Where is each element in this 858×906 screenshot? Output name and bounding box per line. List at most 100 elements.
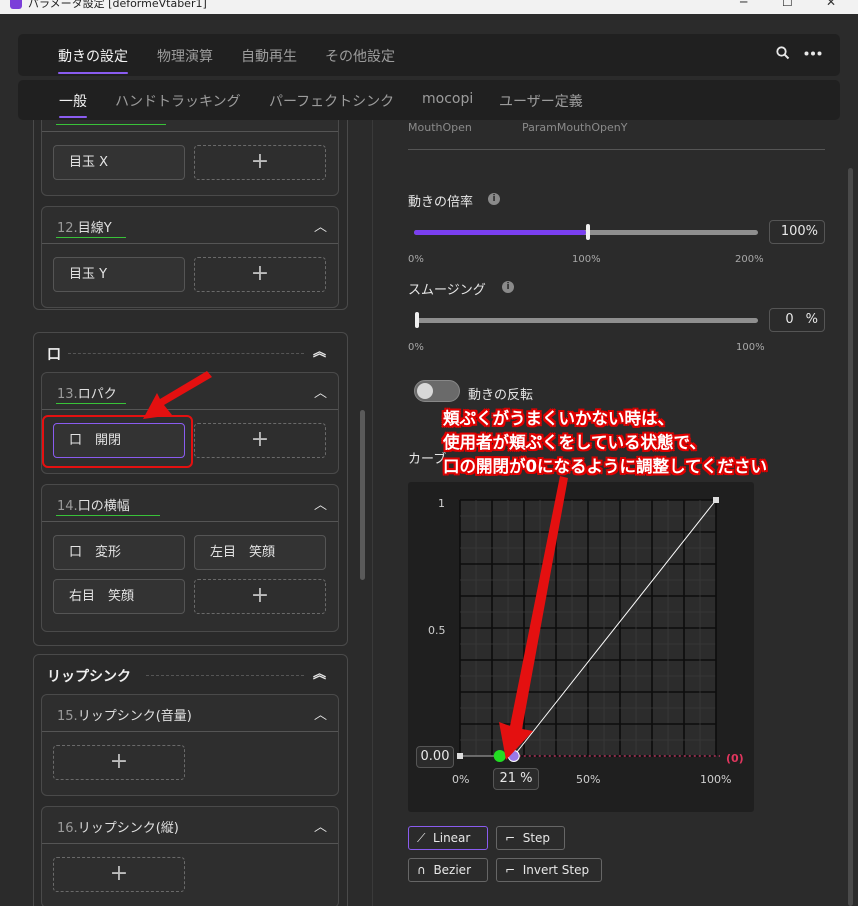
main-tab-bar: 動きの設定 物理演算 自動再生 その他設定 <box>18 34 840 76</box>
param-button-mouth-form[interactable]: 口 変形 <box>53 535 185 570</box>
smoothing-value-field[interactable]: 0% <box>769 308 825 332</box>
tick-label: 100% <box>736 342 765 353</box>
mode-step-button[interactable]: ⌐ Step <box>496 826 565 850</box>
item-number: 16. <box>57 821 78 836</box>
invert-toggle[interactable] <box>414 380 460 402</box>
add-param-button[interactable]: + <box>194 145 326 180</box>
divider <box>408 149 825 150</box>
multiplier-slider-fill <box>414 230 586 235</box>
item-name: リップシンク(縦) <box>77 821 179 836</box>
tab-perfect-sync[interactable]: パーフェクトシンク <box>269 91 394 111</box>
tab-physics[interactable]: 物理演算 <box>157 46 213 66</box>
item-underline <box>56 403 126 404</box>
item-card-12: 12.目線Y ︿ 目玉 Y + <box>41 206 339 308</box>
add-param-button[interactable]: + <box>194 579 326 614</box>
mode-linear-button[interactable]: ⟋ Linear <box>408 826 488 850</box>
divider <box>42 131 338 132</box>
item-title-16[interactable]: 16.リップシンク(縦) <box>57 817 179 836</box>
step-icon: ⌐ <box>505 831 516 845</box>
tab-general[interactable]: 一般 <box>59 91 87 111</box>
param-button-eye-x[interactable]: 目玉 X <box>53 145 185 180</box>
add-param-button[interactable]: + <box>194 423 326 458</box>
multiplier-value-field[interactable]: 100% <box>769 220 825 244</box>
double-chevron-up-icon[interactable]: ︽ <box>313 663 326 682</box>
item-title-14[interactable]: 14.口の横幅 <box>57 495 130 514</box>
minimize-button[interactable]: ─ <box>740 0 747 8</box>
chevron-up-icon[interactable]: ︿ <box>314 494 327 513</box>
right-scrollbar[interactable] <box>848 168 853 906</box>
pane-divider <box>372 120 373 906</box>
threshold-handle[interactable] <box>507 750 520 762</box>
chevron-up-icon[interactable]: ︿ <box>314 816 327 835</box>
curve-canvas[interactable] <box>408 482 754 812</box>
item-title-15[interactable]: 15.リップシンク(音量) <box>57 705 192 724</box>
item-number: 12. <box>57 221 78 236</box>
invert-step-icon: ⌐ <box>505 863 516 877</box>
section-title-lipsync: リップシンク <box>47 669 131 685</box>
live2d-param-label: ParamMouthOpenY <box>522 121 628 134</box>
maximize-button[interactable]: ☐ <box>782 0 793 8</box>
curve-end-handle[interactable] <box>713 497 719 503</box>
item-card-11: 目玉 X + <box>41 120 339 196</box>
info-icon[interactable]: i <box>488 193 500 205</box>
response-curve-graph[interactable]: 1 0.5 0.00 0% 21 % 50% 100% (0) <box>408 482 754 812</box>
search-icon[interactable] <box>776 46 790 60</box>
sub-tab-bar: 一般 ハンドトラッキング パーフェクトシンク mocopi ユーザー定義 <box>18 80 840 120</box>
highlight-box <box>42 415 193 468</box>
tab-autoplay[interactable]: 自動再生 <box>241 46 297 66</box>
chevron-up-icon[interactable]: ︿ <box>314 216 327 235</box>
mode-label: Step <box>522 831 551 845</box>
item-card-14: 14.口の横幅 ︿ 口 変形 左目 笑顔 右目 笑顔 + <box>41 484 339 632</box>
tab-mocopi[interactable]: mocopi <box>422 91 473 107</box>
divider <box>42 731 338 732</box>
divider <box>42 843 338 844</box>
chevron-up-icon[interactable]: ︿ <box>314 382 327 401</box>
smoothing-slider-track[interactable] <box>417 318 758 323</box>
add-param-button[interactable]: + <box>53 857 185 892</box>
invert-label: 動きの反転 <box>468 388 534 403</box>
unit-label: % <box>805 224 818 239</box>
mode-bezier-button[interactable]: ∩ Bezier <box>408 858 488 882</box>
smoothing-slider-thumb[interactable] <box>415 312 419 328</box>
unit-label: % <box>805 312 818 327</box>
window-title: パラメータ設定 [deformeVtaber1] <box>28 0 207 10</box>
left-scrollbar[interactable] <box>360 410 365 580</box>
tab-hand-tracking[interactable]: ハンドトラッキング <box>115 91 241 111</box>
add-param-button[interactable]: + <box>53 745 185 780</box>
tab-user-defined[interactable]: ユーザー定義 <box>499 91 583 111</box>
bezier-icon: ∩ <box>417 863 426 877</box>
threshold-value-field[interactable]: 21 % <box>493 768 539 790</box>
chevron-up-icon[interactable]: ︿ <box>314 704 327 723</box>
param-button-right-eye-smile[interactable]: 右目 笑顔 <box>53 579 185 614</box>
close-button[interactable]: ✕ <box>826 0 836 8</box>
tick-label: 200% <box>735 254 764 265</box>
param-button-eye-y[interactable]: 目玉 Y <box>53 257 185 292</box>
live2d-id-label: MouthOpen <box>408 121 472 134</box>
item-card-16: 16.リップシンク(縦) ︿ + <box>41 806 339 906</box>
multiplier-label: 動きの倍率 <box>408 195 474 210</box>
add-param-button[interactable]: + <box>194 257 326 292</box>
more-icon[interactable] <box>804 51 822 56</box>
item-number: 14. <box>57 499 78 514</box>
curve-start-handle[interactable] <box>457 753 463 759</box>
param-button-left-eye-smile[interactable]: 左目 笑顔 <box>194 535 326 570</box>
item-number: 15. <box>57 709 78 724</box>
x-tick-0: 0% <box>452 773 470 786</box>
item-card-15: 15.リップシンク(音量) ︿ + <box>41 694 339 796</box>
mode-invert-step-button[interactable]: ⌐ Invert Step <box>496 858 602 882</box>
mode-label: Linear <box>433 831 471 845</box>
min-value-field[interactable]: 0.00 <box>416 746 454 768</box>
info-icon[interactable]: i <box>502 281 514 293</box>
item-underline <box>56 124 166 125</box>
tab-other-settings[interactable]: その他設定 <box>325 46 395 66</box>
tab-motion-settings[interactable]: 動きの設定 <box>58 46 128 66</box>
item-title-13[interactable]: 13.ロパク <box>57 383 117 402</box>
item-underline <box>56 237 126 238</box>
item-title-12[interactable]: 12.目線Y <box>57 217 112 236</box>
multiplier-slider-thumb[interactable] <box>586 224 590 240</box>
active-tab-underline <box>58 72 128 74</box>
tick-label: 0% <box>408 254 424 265</box>
divider <box>42 243 338 244</box>
mode-label: Invert Step <box>522 863 590 877</box>
double-chevron-up-icon[interactable]: ︽ <box>313 341 326 360</box>
